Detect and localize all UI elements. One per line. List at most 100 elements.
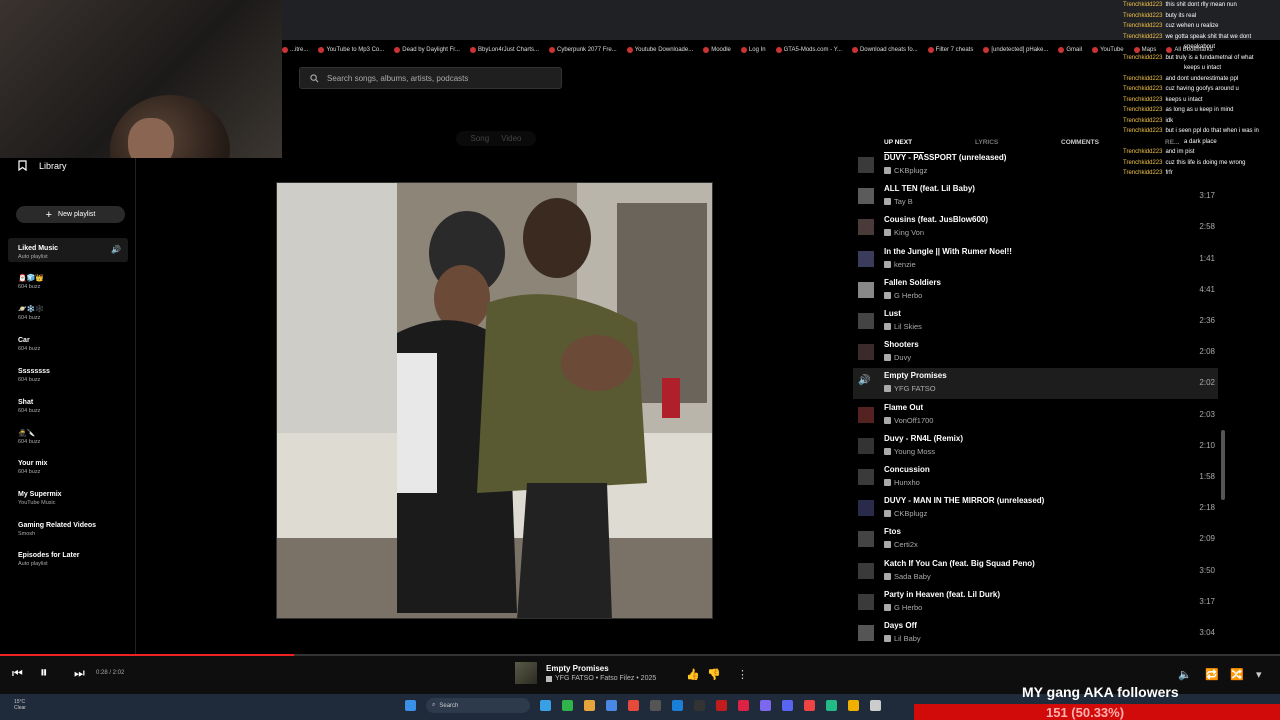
taskbar-app-icon[interactable] xyxy=(738,700,749,711)
bookmark-item[interactable]: GTA5-Mods.com - Y... xyxy=(775,47,842,53)
bookmark-item[interactable]: Download cheats fo... xyxy=(851,47,918,53)
queue-artist[interactable]: CKBplugz xyxy=(894,166,927,175)
next-icon[interactable]: ⏭ xyxy=(74,666,85,681)
queue-artist[interactable]: Lil Baby xyxy=(894,634,921,643)
bookmark-item[interactable]: Youtube Downloade... xyxy=(626,47,693,53)
taskbar-app-icon[interactable] xyxy=(804,700,815,711)
sidebar-playlist-item[interactable]: Car 604 buzz xyxy=(18,336,133,353)
sidebar-playlist-item[interactable]: My Supermix YouTube Music xyxy=(18,490,133,507)
taskbar-app-icon[interactable] xyxy=(760,700,771,711)
chat-text: keeps u intact xyxy=(1165,96,1203,103)
queue-scrollbar[interactable] xyxy=(1221,430,1225,500)
search-input[interactable]: Search songs, albums, artists, podcasts xyxy=(299,67,562,89)
windows-start-icon[interactable] xyxy=(405,700,416,711)
bookmark-item[interactable]: Log In xyxy=(740,47,766,53)
bookmark-item[interactable]: [undetected] pHake... xyxy=(983,47,1048,53)
sidebar-playlist-item[interactable]: Episodes for Later Auto playlist xyxy=(18,551,133,568)
new-playlist-button[interactable]: + New playlist xyxy=(16,206,125,223)
queue-artist[interactable]: CKBplugz xyxy=(894,509,927,518)
queue-item[interactable]: 🔊 Empty Promises YFG FATSO 2:02 xyxy=(853,368,1218,400)
queue-item[interactable]: Ftos Certi2x 2:09 xyxy=(853,524,1218,555)
weather-widget[interactable]: 15°C Clear xyxy=(14,699,26,711)
bookmark-item[interactable]: Cyberpunk 2077 Fre... xyxy=(549,47,617,53)
queue-item[interactable]: ALL TEN (feat. Lil Baby) Tay B 3:17 xyxy=(853,181,1218,212)
bookmark-item[interactable]: YouTube xyxy=(1092,47,1124,53)
queue-item[interactable]: DUVY - MAN IN THE MIRROR (unreleased) CKB… xyxy=(853,493,1218,524)
now-playing-title[interactable]: Empty Promises xyxy=(546,664,609,673)
shuffle-icon[interactable]: 🔀 xyxy=(1230,668,1244,681)
previous-icon[interactable]: ⏮ xyxy=(12,666,23,681)
now-playing-meta[interactable]: YFG FATSO • Fatso Filez • 2025 xyxy=(555,675,656,682)
taskbar-app-icon[interactable] xyxy=(826,700,837,711)
sidebar-playlist-item[interactable]: 🥷🔪 604 buzz xyxy=(18,429,133,446)
video-toggle[interactable]: Video xyxy=(501,134,521,143)
queue-artist[interactable]: G Herbo xyxy=(894,603,922,612)
bookmark-item[interactable]: YouTube to Mp3 Co... xyxy=(318,47,384,53)
queue-artist[interactable]: Lil Skies xyxy=(894,322,922,331)
queue-artist[interactable]: YFG FATSO xyxy=(894,384,936,393)
sidebar-playlist-item[interactable]: 🪐❄️🕸️ 604 buzz xyxy=(18,305,133,322)
bookmark-item[interactable]: BbyLon4rJust Charts... xyxy=(469,47,539,53)
webcam-face xyxy=(128,118,174,158)
sidebar-playlist-item[interactable]: Shat 604 buzz xyxy=(18,398,133,415)
pause-icon[interactable]: ⏸ xyxy=(40,664,48,681)
bookmark-item[interactable]: Dead by Daylight Fr... xyxy=(394,47,460,53)
more-icon[interactable]: ⋮ xyxy=(737,668,748,681)
taskbar-app-icon[interactable] xyxy=(870,700,881,711)
sidebar-playlist-item[interactable]: Your mix 604 buzz xyxy=(18,459,133,476)
bookmark-item[interactable]: ...itre... xyxy=(282,47,308,53)
taskbar-app-icon[interactable] xyxy=(562,700,573,711)
volume-control-icon[interactable]: 🔈 xyxy=(1178,668,1192,681)
taskbar-app-icon[interactable] xyxy=(782,700,793,711)
taskbar-app-icon[interactable] xyxy=(694,700,705,711)
queue-item[interactable]: Days Off Lil Baby 3:04 xyxy=(853,618,1218,649)
queue-item[interactable]: Cousins (feat. JusBlow600) King Von 2:58 xyxy=(853,212,1218,243)
queue-artist[interactable]: King Von xyxy=(894,228,924,237)
queue-artist[interactable]: VonOff1700 xyxy=(894,416,933,425)
queue-artist[interactable]: Duvy xyxy=(894,353,911,362)
queue-artist[interactable]: Young Moss xyxy=(894,447,935,456)
bookmark-item[interactable]: Gmail xyxy=(1058,47,1082,53)
taskbar-search[interactable]: ⌕ Search xyxy=(426,698,530,713)
queue-artist[interactable]: Sada Baby xyxy=(894,572,931,581)
taskbar-app-icon[interactable] xyxy=(606,700,617,711)
taskbar-app-icon[interactable] xyxy=(628,700,639,711)
bookmark-item[interactable]: Filter 7 cheats xyxy=(927,47,973,53)
queue-item[interactable]: Fallen Soldiers G Herbo 4:41 xyxy=(853,275,1218,306)
sidebar-playlist-item[interactable]: Ssssssss 604 buzz xyxy=(18,367,133,384)
taskbar-app-icon[interactable] xyxy=(540,700,551,711)
chevron-down-icon[interactable]: ▾ xyxy=(1256,668,1262,681)
like-icon[interactable]: 👍 xyxy=(686,668,700,681)
song-toggle[interactable]: Song xyxy=(470,134,489,143)
queue-item[interactable]: Party in Heaven (feat. Lil Durk) G Herbo 3… xyxy=(853,587,1218,618)
queue-artist[interactable]: Certi2x xyxy=(894,540,918,549)
sidebar-playlist-item[interactable]: Gaming Related Videos Smosh xyxy=(18,521,133,538)
tab-comments[interactable]: COMMENTS xyxy=(1061,139,1099,146)
tab-lyrics[interactable]: LYRICS xyxy=(975,139,998,146)
queue-artist[interactable]: kenzie xyxy=(894,260,916,269)
taskbar-app-icon[interactable] xyxy=(672,700,683,711)
explicit-icon xyxy=(884,354,891,362)
queue-item[interactable]: Duvy - RN4L (Remix) Young Moss 2:10 xyxy=(853,431,1218,462)
dislike-icon[interactable]: 👎 xyxy=(707,668,721,681)
queue-artist[interactable]: Tay B xyxy=(894,197,913,206)
queue-item[interactable]: Flame Out VonOff1700 2:03 xyxy=(853,400,1218,431)
queue-item[interactable]: Concussion Hunxho 1:58 xyxy=(853,462,1218,493)
taskbar-app-icon[interactable] xyxy=(848,700,859,711)
taskbar-app-icon[interactable] xyxy=(716,700,727,711)
song-video-toggle[interactable]: Song Video xyxy=(456,131,536,146)
bookmark-item[interactable]: Moodle xyxy=(703,47,731,53)
taskbar-app-icon[interactable] xyxy=(584,700,595,711)
now-playing-thumbnail[interactable] xyxy=(515,662,537,684)
queue-item[interactable]: Lust Lil Skies 2:36 xyxy=(853,306,1218,337)
queue-artist[interactable]: Hunxho xyxy=(894,478,920,487)
queue-item[interactable]: Katch If You Can (feat. Big Squad Peno) S… xyxy=(853,556,1218,587)
queue-item[interactable]: In the Jungle || With Rumer Noel!! kenzie… xyxy=(853,244,1218,275)
library-header[interactable]: Library xyxy=(18,160,67,171)
queue-item[interactable]: Shooters Duvy 2:08 xyxy=(853,337,1218,368)
sidebar-playlist-item[interactable]: 🎅🏼🧊👑 604 buzz xyxy=(18,274,133,291)
taskbar-app-icon[interactable] xyxy=(650,700,661,711)
repeat-icon[interactable]: 🔁 xyxy=(1205,668,1219,681)
tab-up-next[interactable]: UP NEXT xyxy=(884,139,912,146)
queue-artist[interactable]: G Herbo xyxy=(894,291,922,300)
